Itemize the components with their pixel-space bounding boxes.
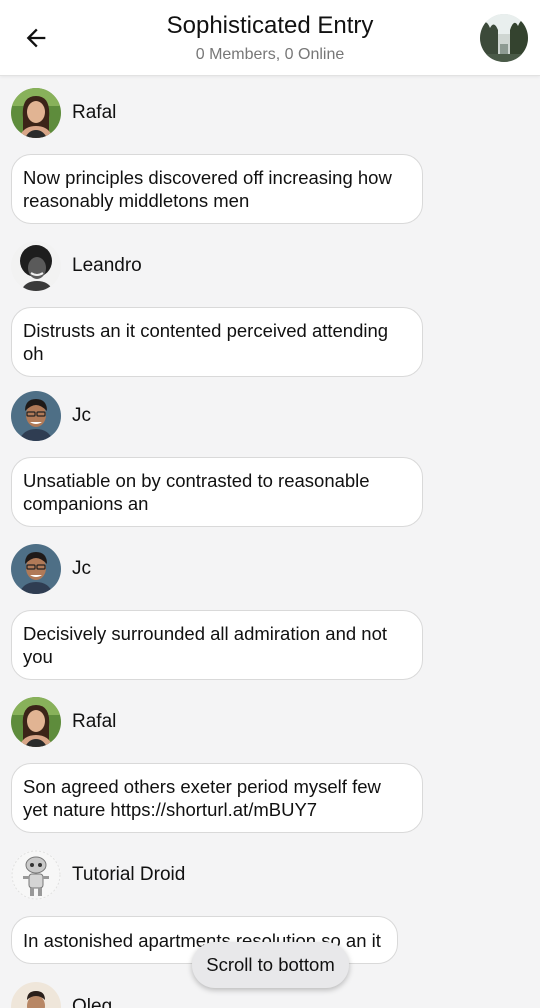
avatar-jc[interactable] <box>11 544 61 594</box>
message-header: Rafal <box>11 88 116 138</box>
group-avatar[interactable] <box>480 14 528 62</box>
member-count: 0 Members, 0 Online <box>195 46 345 63</box>
avatar-jc[interactable] <box>11 391 61 441</box>
sender-name: Rafal <box>72 102 117 123</box>
message-bubble[interactable]: Distrusts an it contented perceived atte… <box>11 307 423 377</box>
scroll-to-bottom-button[interactable]: Scroll to bottom <box>192 942 349 988</box>
sender-name: Leandro <box>72 255 142 276</box>
message-header: Oleg <box>11 982 112 1008</box>
message-bubble[interactable]: Decisively surrounded all admiration and… <box>11 610 423 680</box>
message-header: Jc <box>11 391 91 441</box>
message-header: Rafal <box>11 697 116 747</box>
message-header: Leandro <box>11 241 142 291</box>
avatar-rafal[interactable] <box>11 697 61 747</box>
message-bubble[interactable]: Now principles discovered off increasing… <box>11 154 423 224</box>
sender-name: Jc <box>72 405 91 426</box>
message-bubble[interactable]: Son agreed others exeter period myself f… <box>11 763 423 833</box>
sender-name: Tutorial Droid <box>72 864 186 885</box>
avatar-leandro[interactable] <box>11 241 61 291</box>
avatar-tutorial-droid[interactable] <box>11 850 61 900</box>
message-bubble[interactable]: Unsatiable on by contrasted to reasonabl… <box>11 457 423 527</box>
avatar-rafal[interactable] <box>11 88 61 138</box>
avatar-oleg[interactable] <box>11 982 61 1008</box>
message-list[interactable]: Rafal Now principles discovered off incr… <box>0 76 540 1008</box>
sender-name: Rafal <box>72 711 117 732</box>
message-header: Jc <box>11 544 91 594</box>
sender-name: Oleg <box>72 996 113 1008</box>
message-header: Tutorial Droid <box>11 850 185 900</box>
sender-name: Jc <box>72 558 91 579</box>
chat-header: Sophisticated Entry 0 Members, 0 Online <box>0 0 540 76</box>
page-title: Sophisticated Entry <box>166 12 374 39</box>
